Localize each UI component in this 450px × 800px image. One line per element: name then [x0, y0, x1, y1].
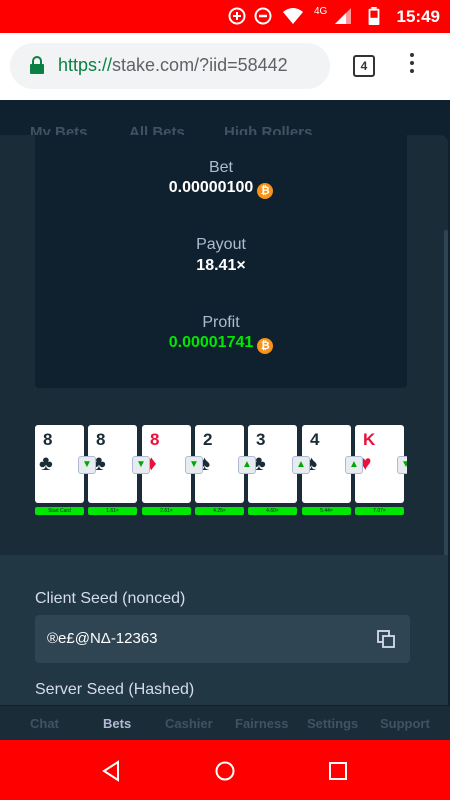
lower-arrow-icon: ▼	[397, 456, 407, 474]
multiplier-badge: Start Card	[35, 507, 84, 515]
network-type: 4G	[314, 6, 328, 17]
do-not-disturb-icon	[254, 7, 272, 25]
card-rank: 8	[150, 430, 160, 449]
card-rank: 2	[203, 430, 213, 449]
card-rank: K	[363, 430, 376, 449]
bitcoin-icon: ₿	[257, 338, 274, 354]
card-rank: 3	[256, 430, 266, 449]
card-rank: 8	[43, 430, 53, 449]
client-seed-field[interactable]: ®e£@NΔ-12363	[35, 615, 410, 663]
add-circle-icon	[228, 7, 246, 25]
payout-label: Payout	[196, 236, 246, 253]
card-rank: 8	[96, 430, 106, 449]
client-seed-value: ®e£@NΔ-12363	[47, 630, 158, 647]
multiplier-badge: 4.25×	[195, 507, 244, 515]
card-rank: 4	[310, 430, 320, 449]
tab-switcher-button[interactable]: 4	[353, 55, 375, 77]
multiplier-badge: 5.44×	[302, 507, 351, 515]
bet-label: Bet	[208, 159, 233, 176]
more-menu-icon[interactable]	[410, 53, 414, 77]
nav-bets[interactable]: Bets	[103, 716, 131, 731]
multiplier-badge: 2.61×	[142, 507, 191, 515]
copy-icon[interactable]	[376, 629, 396, 649]
battery-icon	[368, 7, 380, 25]
address-bar[interactable]: https://stake.com/?iid=58442	[10, 43, 330, 89]
url-scheme: https://	[58, 55, 113, 75]
home-icon[interactable]	[214, 760, 236, 782]
profit-label: Profit	[202, 314, 240, 331]
system-nav-bar	[0, 740, 450, 800]
bitcoin-icon: ₿	[257, 183, 274, 199]
higher-arrow-icon: ▲	[345, 456, 363, 474]
card-history: 8 ♣ Start Card 8 ♣ ▼ 1.61× 8 ♦ ▼ 2.61× 2…	[35, 425, 407, 515]
wifi-icon	[283, 8, 303, 24]
recents-icon[interactable]	[327, 760, 349, 782]
card: 8 ♣	[35, 425, 84, 503]
higher-arrow-icon: ▲	[292, 456, 310, 474]
clock: 15:49	[396, 7, 440, 26]
multiplier-badge: 7.07×	[355, 507, 404, 515]
bet-amount: 0.00000100 ₿	[35, 179, 407, 199]
multiplier-badge: 1.61×	[88, 507, 137, 515]
club-icon: ♣	[39, 452, 53, 475]
nav-chat[interactable]: Chat	[30, 716, 59, 731]
lower-arrow-icon: ▼	[132, 456, 150, 474]
page-content: My Bets All Bets High Rollers Bet 0.0000…	[0, 100, 450, 740]
url-text: https://stake.com/?iid=58442	[58, 55, 288, 76]
payout-value: 18.41×	[196, 257, 246, 274]
bet-summary: Bet 0.00000100 ₿ Payout 18.41× Profit 0.0…	[35, 135, 407, 388]
browser-toolbar: https://stake.com/?iid=58442 4	[0, 33, 450, 100]
server-seed-label: Server Seed (Hashed)	[35, 681, 195, 698]
nav-cashier[interactable]: Cashier	[165, 716, 213, 731]
lock-icon	[30, 56, 44, 74]
bottom-nav: Chat Bets Cashier Fairness Settings Supp…	[0, 705, 450, 741]
lower-arrow-icon: ▼	[185, 456, 203, 474]
back-icon[interactable]	[100, 760, 122, 782]
nav-support[interactable]: Support	[380, 716, 430, 731]
higher-arrow-icon: ▲	[238, 456, 256, 474]
url-domain: stake.com/?iid=58442	[112, 55, 288, 75]
bet-details-modal: Bet 0.00000100 ₿ Payout 18.41× Profit 0.0…	[0, 135, 448, 555]
signal-icon	[335, 8, 351, 24]
multiplier-badge: 4.60×	[248, 507, 297, 515]
lower-arrow-icon: ▼	[78, 456, 96, 474]
client-seed-label: Client Seed (nonced)	[35, 590, 186, 607]
status-bar: 4G 15:49	[0, 0, 450, 33]
nav-fairness[interactable]: Fairness	[235, 716, 288, 731]
profit-amount: 0.00001741 ₿	[35, 334, 407, 354]
nav-settings[interactable]: Settings	[307, 716, 358, 731]
